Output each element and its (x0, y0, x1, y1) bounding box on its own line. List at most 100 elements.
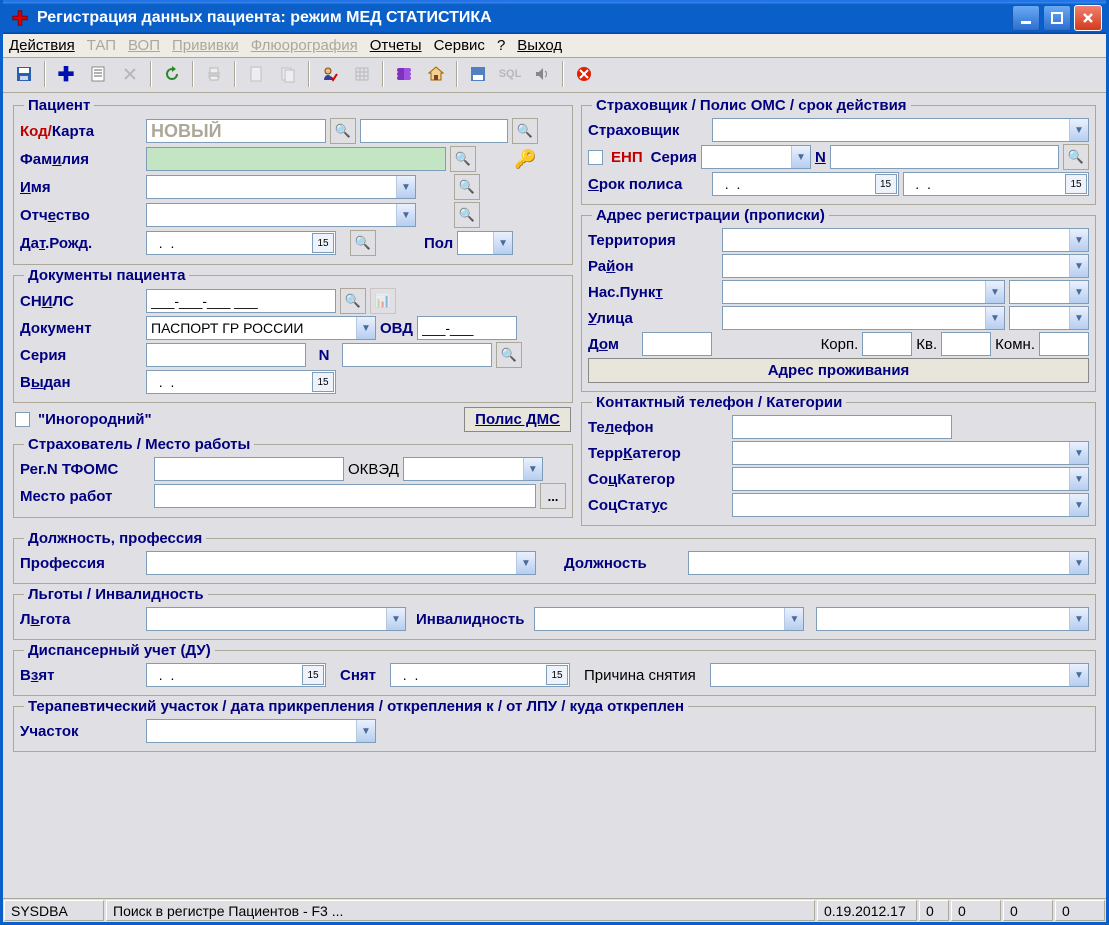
policy-n-input[interactable] (830, 145, 1059, 169)
tb-sql-icon[interactable]: SQL (495, 60, 525, 88)
code-lookup-button[interactable]: 🔍 (330, 118, 356, 144)
house-input[interactable] (642, 332, 712, 356)
calendar-icon[interactable]: 15 (875, 174, 897, 194)
terrcat-combo[interactable]: ▼ (732, 441, 1089, 465)
toolbar: ✚ SQL (3, 58, 1106, 93)
menu-service[interactable]: Сервис (434, 37, 485, 54)
tb-stop-icon[interactable] (569, 60, 599, 88)
policy-series-combo[interactable]: ▼ (701, 145, 811, 169)
dob-input[interactable] (146, 231, 336, 255)
maximize-button[interactable] (1043, 5, 1071, 31)
status-n2: 0 (951, 900, 1001, 921)
docnum-lookup-button[interactable]: 🔍 (496, 342, 522, 368)
dob-lookup-button[interactable]: 🔍 (350, 230, 376, 256)
tb-doc1-icon[interactable] (241, 60, 271, 88)
tb-doc2-icon[interactable] (273, 60, 303, 88)
doc-combo[interactable]: ПАСПОРТ ГР РОССИИ▼ (146, 316, 376, 340)
calendar-icon[interactable]: 15 (546, 665, 568, 685)
card-input[interactable] (360, 119, 508, 143)
middlename-combo[interactable]: ▼ (146, 203, 416, 227)
firstname-combo[interactable]: ▼ (146, 175, 416, 199)
tb-refresh-icon[interactable] (157, 60, 187, 88)
chevron-down-icon: ▼ (1069, 468, 1088, 490)
code-label: Код/ (20, 123, 52, 140)
profession-combo[interactable]: ▼ (146, 551, 536, 575)
menu-reports[interactable]: Отчеты (370, 37, 422, 54)
calendar-icon[interactable]: 15 (302, 665, 324, 685)
key-icon[interactable]: 🔑 (514, 149, 536, 170)
tb-user-check-icon[interactable] (315, 60, 345, 88)
phone-input[interactable] (732, 415, 952, 439)
invalid-extra-combo[interactable]: ▼ (816, 607, 1089, 631)
tb-properties-icon[interactable] (83, 60, 113, 88)
series-input[interactable] (146, 343, 306, 367)
phone-label: Телефон (588, 419, 654, 436)
tb-delete-icon[interactable] (115, 60, 145, 88)
soccat-combo[interactable]: ▼ (732, 467, 1089, 491)
tb-print-icon[interactable] (199, 60, 229, 88)
district-label: Район (588, 258, 634, 275)
chevron-down-icon: ▼ (1069, 229, 1088, 251)
district-combo[interactable]: ▼ (722, 254, 1089, 278)
tb-grid-icon[interactable] (347, 60, 377, 88)
calendar-icon[interactable]: 15 (312, 372, 334, 392)
snils-lookup-button[interactable]: 🔍 (340, 288, 366, 314)
tb-sound-icon[interactable] (527, 60, 557, 88)
group-insurer-legend: Страховщик / Полис ОМС / срок действия (592, 97, 911, 114)
removed-input[interactable] (390, 663, 570, 687)
locality-combo[interactable]: ▼ (722, 280, 1005, 304)
enp-checkbox[interactable] (588, 150, 603, 165)
menu-help[interactable]: ? (497, 37, 505, 54)
invalid-combo[interactable]: ▼ (534, 607, 804, 631)
number-input[interactable] (342, 343, 492, 367)
tb-home-icon[interactable] (421, 60, 451, 88)
policy-lookup-button[interactable]: 🔍 (1063, 144, 1089, 170)
section-combo[interactable]: ▼ (146, 719, 376, 743)
lastname-input[interactable] (146, 147, 446, 171)
tb-new-icon[interactable]: ✚ (51, 60, 81, 88)
house-label: Дом (588, 336, 619, 353)
room-input[interactable] (1039, 332, 1089, 356)
benefit-combo[interactable]: ▼ (146, 607, 406, 631)
insurer-combo[interactable]: ▼ (712, 118, 1089, 142)
foreign-checkbox[interactable] (15, 412, 30, 427)
term-to-input[interactable] (903, 172, 1090, 196)
taken-input[interactable] (146, 663, 326, 687)
ovd-input[interactable] (417, 316, 517, 340)
tb-book-icon[interactable] (389, 60, 419, 88)
locality-type-combo[interactable]: ▼ (1009, 280, 1089, 304)
firstname-lookup-button[interactable]: 🔍 (454, 174, 480, 200)
reg-input[interactable] (154, 457, 344, 481)
card-lookup-button[interactable]: 🔍 (512, 118, 538, 144)
lastname-lookup-button[interactable]: 🔍 (450, 146, 476, 172)
tb-disk-icon[interactable] (463, 60, 493, 88)
polis-dms-button[interactable]: Полис ДМС (464, 407, 571, 432)
code-input[interactable] (146, 119, 326, 143)
reason-combo[interactable]: ▼ (710, 663, 1089, 687)
gender-combo[interactable]: ▼ (457, 231, 513, 255)
street-combo[interactable]: ▼ (722, 306, 1005, 330)
term-from-input[interactable] (712, 172, 899, 196)
close-button[interactable] (1074, 5, 1102, 31)
okved-combo[interactable]: ▼ (403, 457, 543, 481)
workplace-lookup-button[interactable]: ... (540, 483, 566, 509)
socstat-combo[interactable]: ▼ (732, 493, 1089, 517)
korp-input[interactable] (862, 332, 912, 356)
issued-input[interactable] (146, 370, 336, 394)
room-label: Комн. (995, 336, 1035, 353)
menu-actions[interactable]: Действия (9, 37, 75, 54)
calendar-icon[interactable]: 15 (312, 233, 334, 253)
kv-input[interactable] (941, 332, 991, 356)
position-combo[interactable]: ▼ (688, 551, 1089, 575)
street-type-combo[interactable]: ▼ (1009, 306, 1089, 330)
firstname-label: Имя (20, 179, 51, 196)
workplace-input[interactable] (154, 484, 536, 508)
tb-save-icon[interactable] (9, 60, 39, 88)
menu-exit[interactable]: Выход (517, 37, 562, 54)
minimize-button[interactable] (1012, 5, 1040, 31)
territory-combo[interactable]: ▼ (722, 228, 1089, 252)
living-address-button[interactable]: Адрес проживания (588, 358, 1089, 383)
calendar-icon[interactable]: 15 (1065, 174, 1087, 194)
snils-input[interactable] (146, 289, 336, 313)
middlename-lookup-button[interactable]: 🔍 (454, 202, 480, 228)
